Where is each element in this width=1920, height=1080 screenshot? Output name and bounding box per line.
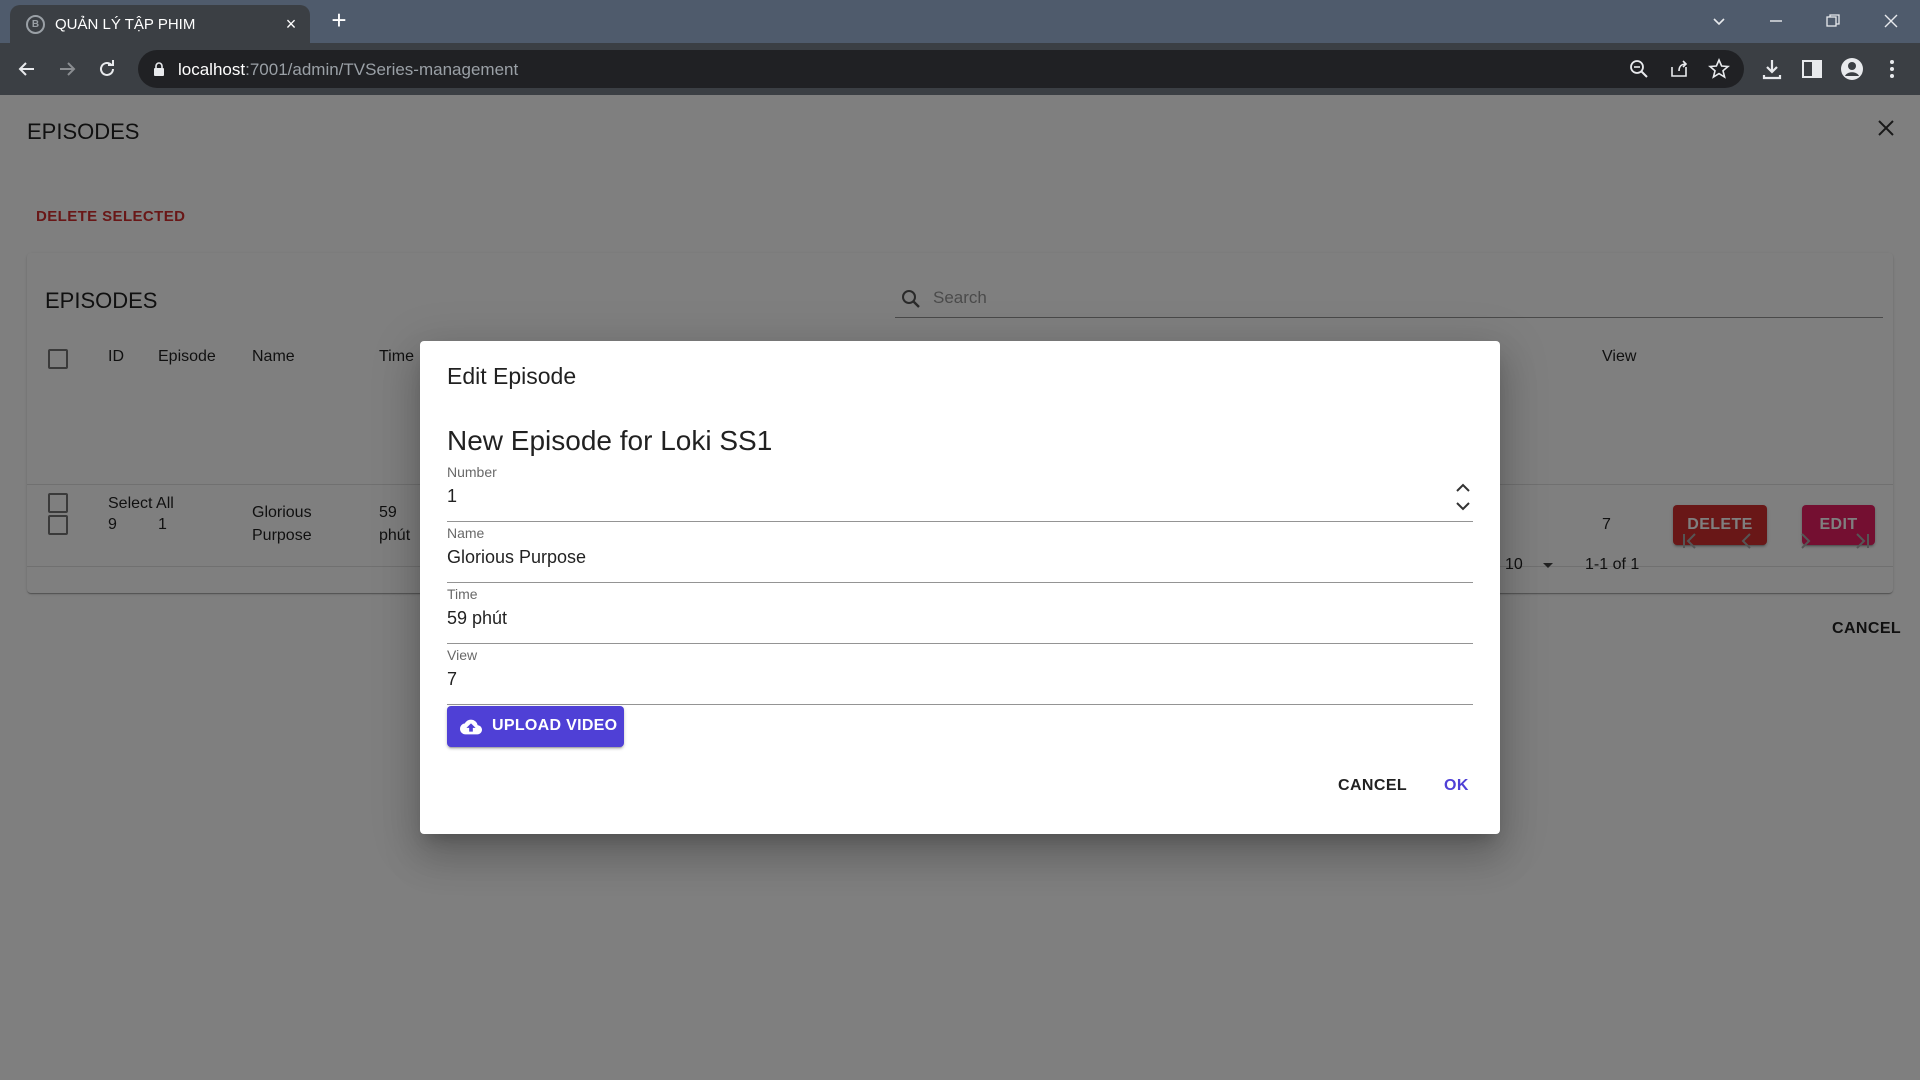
lock-icon — [154, 62, 164, 76]
number-stepper-icon[interactable] — [1453, 480, 1473, 514]
favicon-icon: B — [26, 15, 45, 34]
edit-episode-dialog: Edit Episode New Episode for Loki SS1 Nu… — [420, 341, 1500, 834]
number-field-label: Number — [447, 464, 497, 480]
name-field-label: Name — [447, 525, 485, 541]
upload-video-label: UPLOAD VIDEO — [492, 717, 618, 734]
star-icon[interactable] — [1708, 58, 1730, 80]
back-icon[interactable] — [12, 54, 42, 84]
dialog-subtitle: New Episode for Loki SS1 — [447, 425, 773, 456]
reload-icon[interactable] — [92, 54, 122, 84]
dialog-title: Edit Episode — [447, 363, 577, 389]
profile-icon[interactable] — [1838, 55, 1866, 83]
dialog-cancel-button[interactable]: CANCEL — [1338, 777, 1407, 795]
share-icon[interactable] — [1668, 58, 1690, 80]
cloud-upload-icon — [460, 719, 482, 735]
restore-icon[interactable] — [1818, 6, 1848, 36]
browser-toolbar: localhost:7001/admin/TVSeries-management — [0, 43, 1920, 95]
time-field-label: Time — [447, 586, 478, 602]
sidepanel-icon[interactable] — [1798, 55, 1826, 83]
minimize-icon[interactable] — [1761, 6, 1791, 36]
name-field: Name — [447, 525, 1473, 583]
view-field: View — [447, 647, 1473, 705]
number-field: Number — [447, 464, 1473, 522]
time-input[interactable] — [447, 608, 1407, 629]
download-icon[interactable] — [1758, 55, 1786, 83]
close-window-icon[interactable] — [1876, 6, 1906, 36]
url-text: localhost:7001/admin/TVSeries-management — [178, 60, 519, 79]
dialog-ok-button[interactable]: OK — [1444, 777, 1469, 795]
browser-tab-strip: B QUẢN LÝ TẬP PHIM × + — [0, 0, 1920, 43]
view-input[interactable] — [447, 669, 1407, 690]
close-icon[interactable]: × — [282, 15, 300, 33]
browser-tab[interactable]: B QUẢN LÝ TẬP PHIM × — [10, 5, 310, 43]
plus-icon[interactable]: + — [326, 7, 352, 34]
name-input[interactable] — [447, 547, 1407, 568]
time-field: Time — [447, 586, 1473, 644]
menu-icon[interactable] — [1878, 55, 1906, 83]
view-field-label: View — [447, 647, 478, 663]
upload-video-button[interactable]: UPLOAD VIDEO — [447, 706, 624, 747]
forward-icon[interactable] — [52, 54, 82, 84]
zoom-icon[interactable] — [1628, 58, 1650, 80]
number-input[interactable] — [447, 486, 1407, 507]
tab-title: QUẢN LÝ TẬP PHIM — [55, 16, 196, 33]
address-bar[interactable]: localhost:7001/admin/TVSeries-management — [138, 50, 1744, 88]
chevron-down-icon[interactable] — [1704, 6, 1734, 36]
